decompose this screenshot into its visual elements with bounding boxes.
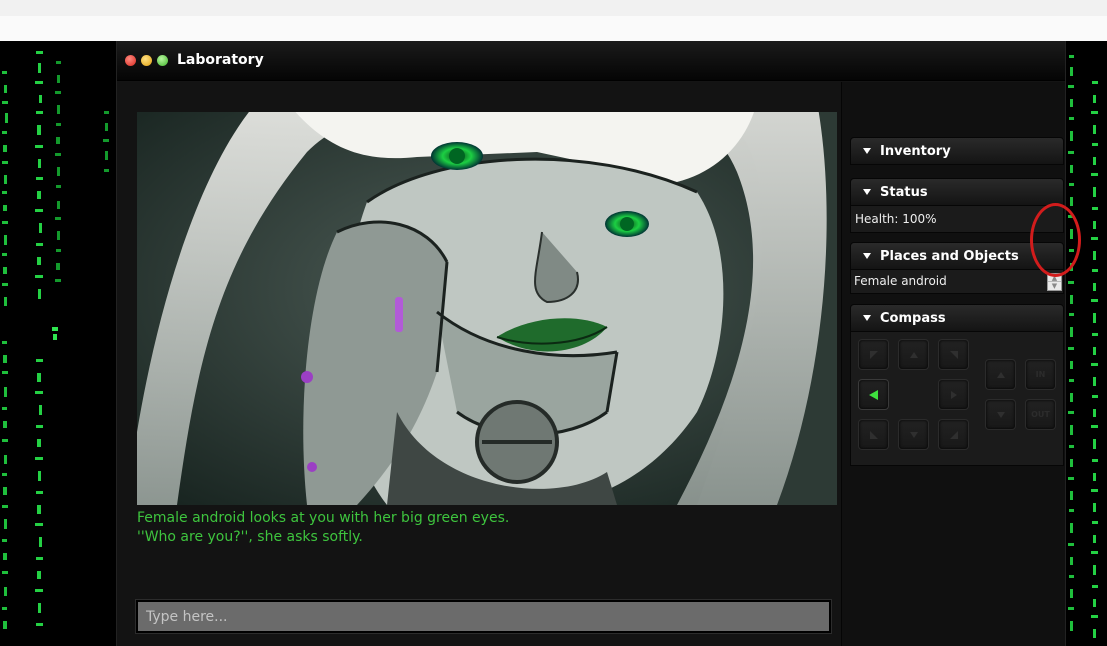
places-list-item[interactable]: Female android: [854, 274, 947, 288]
arrow-northwest-icon: [869, 350, 878, 359]
arrow-north-icon: [909, 351, 918, 358]
scroll-down-arrow-icon[interactable]: ▼: [1048, 282, 1061, 290]
compass-northeast-button[interactable]: [938, 339, 969, 370]
sidebar: Inventory Status Health: 100% Places and…: [841, 82, 1065, 646]
collapse-triangle-icon: [863, 253, 871, 259]
status-panel-title: Status: [880, 184, 928, 200]
compass-north-button[interactable]: [898, 339, 929, 370]
maximize-window-button[interactable]: [157, 55, 168, 66]
compass-in-label: IN: [1035, 370, 1046, 379]
arrow-west-icon: [868, 389, 878, 400]
status-panel-header[interactable]: Status: [850, 178, 1064, 206]
game-window: Laboratory Female android looks at you w…: [116, 41, 1066, 646]
compass-southwest-button[interactable]: [858, 419, 889, 450]
arrow-southwest-icon: [869, 430, 878, 439]
collapse-triangle-icon: [863, 148, 871, 154]
android-portrait: [137, 112, 837, 505]
minimize-window-button[interactable]: [141, 55, 152, 66]
matrix-rain-right: [1066, 41, 1107, 646]
compass-up-button[interactable]: [985, 359, 1016, 390]
places-scroll-spinner[interactable]: ▲ ▼: [1047, 273, 1062, 291]
arrow-east-icon: [950, 390, 957, 399]
scroll-up-arrow-icon[interactable]: ▲: [1048, 274, 1061, 282]
compass-down-button[interactable]: [985, 399, 1016, 430]
places-panel-body: Female android ▲ ▼: [850, 270, 1064, 294]
compass-west-button[interactable]: [858, 379, 889, 410]
compass-panel-title: Compass: [880, 310, 946, 326]
matrix-rain-left: [0, 41, 116, 646]
arrow-northeast-icon: [949, 350, 958, 359]
compass-panel-body: IN OUT: [850, 332, 1064, 466]
browser-bar: [0, 0, 1107, 41]
health-readout: Health: 100%: [855, 212, 937, 226]
window-title: Laboratory: [177, 52, 264, 68]
places-panel-header[interactable]: Places and Objects: [850, 242, 1064, 270]
arrow-southeast-icon: [949, 430, 958, 439]
compass-northwest-button[interactable]: [858, 339, 889, 370]
compass-southeast-button[interactable]: [938, 419, 969, 450]
collapse-triangle-icon: [863, 315, 871, 321]
inventory-panel-header[interactable]: Inventory: [850, 137, 1064, 165]
close-window-button[interactable]: [125, 55, 136, 66]
arrow-down-icon: [996, 411, 1005, 418]
compass-south-button[interactable]: [898, 419, 929, 450]
narration-line: Female android looks at you with her big…: [137, 510, 510, 526]
compass-east-button[interactable]: [938, 379, 969, 410]
arrow-up-icon: [996, 371, 1005, 378]
command-input[interactable]: [136, 600, 831, 633]
compass-out-button[interactable]: OUT: [1025, 399, 1056, 430]
narration-line: ''Who are you?'', she asks softly.: [137, 529, 363, 545]
arrow-south-icon: [909, 431, 918, 438]
window-titlebar: Laboratory: [117, 41, 1065, 81]
compass-out-label: OUT: [1031, 410, 1050, 419]
main-panel: Female android looks at you with her big…: [117, 82, 841, 646]
inventory-panel-title: Inventory: [880, 143, 951, 159]
scene-image: [137, 112, 837, 505]
collapse-triangle-icon: [863, 189, 871, 195]
compass-in-button[interactable]: IN: [1025, 359, 1056, 390]
compass-panel-header[interactable]: Compass: [850, 304, 1064, 332]
places-panel-title: Places and Objects: [880, 248, 1019, 264]
status-panel-body: Health: 100%: [850, 206, 1064, 233]
